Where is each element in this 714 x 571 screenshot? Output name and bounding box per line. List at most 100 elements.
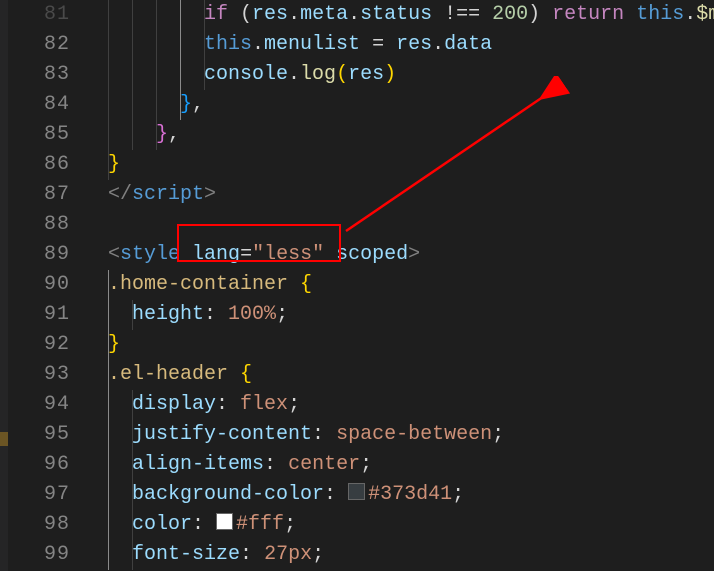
token: ; <box>276 303 288 326</box>
token <box>288 273 300 296</box>
code-line[interactable]: .el-header { <box>88 360 714 390</box>
token: . <box>348 3 360 26</box>
token: } <box>108 153 120 176</box>
token: > <box>408 243 420 266</box>
code-text: this.menulist = res.data <box>88 33 492 56</box>
token <box>108 33 204 56</box>
token: . <box>252 33 264 56</box>
code-text: if (res.meta.status !== 200) return this… <box>88 3 714 26</box>
token: . <box>684 3 696 26</box>
code-text: </script> <box>88 183 216 206</box>
token: res <box>252 3 288 26</box>
code-line[interactable]: height: 100%; <box>88 300 714 330</box>
code-text: color: #fff; <box>88 513 296 536</box>
code-line[interactable]: background-color: #373d41; <box>88 480 714 510</box>
code-line[interactable]: </script> <box>88 180 714 210</box>
line-number: 91 <box>0 300 88 330</box>
token: space-between <box>336 423 492 446</box>
code-line[interactable]: }, <box>88 90 714 120</box>
token: 27px <box>264 543 312 566</box>
token: </ <box>108 183 132 206</box>
token: ( <box>228 3 252 26</box>
code-line[interactable]: display: flex; <box>88 390 714 420</box>
token <box>108 93 180 116</box>
code-editor[interactable]: 81828384858687888990919293949596979899 i… <box>0 0 714 571</box>
token: ; <box>360 453 372 476</box>
line-number: 93 <box>0 360 88 390</box>
code-line[interactable]: color: #fff; <box>88 510 714 540</box>
token: status <box>360 3 432 26</box>
token <box>108 483 132 506</box>
token: font-size <box>132 543 240 566</box>
token: .home-container <box>108 273 288 296</box>
line-number: 81 <box>0 0 88 30</box>
token: : <box>240 543 264 566</box>
token: : <box>192 513 216 536</box>
token <box>108 423 132 446</box>
token: meta <box>300 3 348 26</box>
line-number: 87 <box>0 180 88 210</box>
token: justify-content <box>132 423 312 446</box>
line-number: 83 <box>0 60 88 90</box>
code-line[interactable]: console.log(res) <box>88 60 714 90</box>
token: = <box>360 33 396 56</box>
token: $me <box>696 3 714 26</box>
line-number: 94 <box>0 390 88 420</box>
token: #373d41 <box>368 483 452 506</box>
line-number: 92 <box>0 330 88 360</box>
token: menulist <box>264 33 360 56</box>
token <box>108 3 204 26</box>
token: this <box>636 3 684 26</box>
code-text: display: flex; <box>88 393 300 416</box>
line-number: 85 <box>0 120 88 150</box>
token: ) <box>384 63 396 86</box>
code-line[interactable]: this.menulist = res.data <box>88 30 714 60</box>
token: res <box>348 63 384 86</box>
line-number: 99 <box>0 540 88 570</box>
token: ; <box>288 393 300 416</box>
token: !== <box>432 3 492 26</box>
token: : <box>264 453 288 476</box>
token: res <box>396 33 432 56</box>
token: > <box>204 183 216 206</box>
code-line[interactable]: <style lang="less" scoped> <box>88 240 714 270</box>
code-line[interactable]: .home-container { <box>88 270 714 300</box>
code-text: background-color: #373d41; <box>88 483 464 506</box>
token: height <box>132 303 204 326</box>
line-number: 96 <box>0 450 88 480</box>
code-line[interactable]: justify-content: space-between; <box>88 420 714 450</box>
token: center <box>288 453 360 476</box>
color-swatch <box>348 483 365 500</box>
token: } <box>156 123 168 146</box>
token: data <box>444 33 492 56</box>
token: display <box>132 393 216 416</box>
token: : <box>312 423 336 446</box>
code-text: .home-container { <box>88 273 312 296</box>
token <box>108 303 132 326</box>
token: scoped <box>336 243 408 266</box>
code-text: } <box>88 333 120 356</box>
code-line[interactable]: font-size: 27px; <box>88 540 714 570</box>
token: .el-header <box>108 363 228 386</box>
code-line[interactable] <box>88 210 714 240</box>
code-line[interactable]: align-items: center; <box>88 450 714 480</box>
token: 200 <box>492 3 528 26</box>
code-area[interactable]: if (res.meta.status !== 200) return this… <box>88 0 714 571</box>
activity-bar-marker <box>0 432 8 446</box>
code-line[interactable]: } <box>88 150 714 180</box>
token <box>108 453 132 476</box>
code-line[interactable]: if (res.meta.status !== 200) return this… <box>88 0 714 30</box>
token: this <box>204 33 252 56</box>
token: ; <box>284 513 296 536</box>
token: 100% <box>228 303 276 326</box>
token: : <box>204 303 228 326</box>
color-swatch <box>216 513 233 530</box>
line-number: 82 <box>0 30 88 60</box>
line-number: 89 <box>0 240 88 270</box>
token: : <box>324 483 348 506</box>
line-number: 84 <box>0 90 88 120</box>
line-number: 98 <box>0 510 88 540</box>
code-line[interactable]: }, <box>88 120 714 150</box>
code-line[interactable]: } <box>88 330 714 360</box>
token <box>324 243 336 266</box>
